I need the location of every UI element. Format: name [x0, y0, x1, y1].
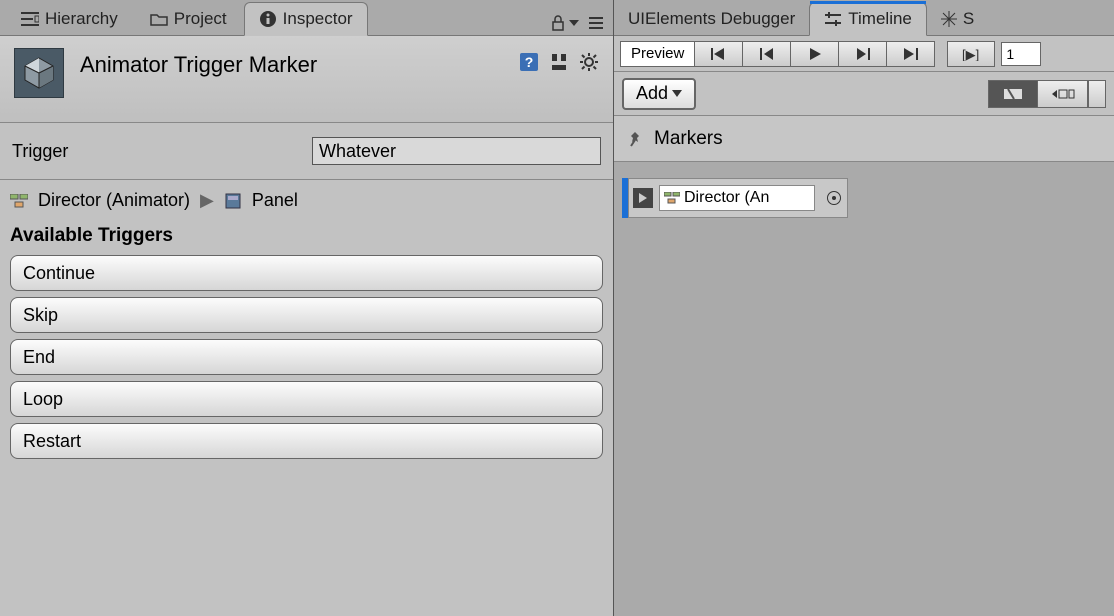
tab-label: S — [963, 9, 974, 29]
folder-icon — [150, 12, 168, 26]
info-icon — [259, 10, 277, 28]
tracks-area: Director (An — [614, 162, 1114, 616]
help-button[interactable]: ? — [519, 52, 539, 72]
play-button[interactable] — [791, 41, 839, 67]
markers-bar[interactable]: Markers — [614, 116, 1114, 162]
hierarchy-icon — [21, 12, 39, 26]
inspector-title: Animator Trigger Marker — [80, 48, 503, 78]
tab-hierarchy[interactable]: Hierarchy — [6, 2, 133, 35]
transport-bar: Preview [▶] — [614, 36, 1114, 72]
trigger-label: Trigger — [12, 141, 312, 162]
track-binding-field[interactable]: Director (An — [659, 185, 815, 211]
svg-text:?: ? — [525, 54, 534, 70]
pin-icon — [626, 130, 644, 148]
tab-label: UIElements Debugger — [628, 9, 795, 29]
next-frame-button[interactable] — [839, 41, 887, 67]
markers-label: Markers — [654, 128, 723, 150]
tab-project[interactable]: Project — [135, 2, 242, 35]
unity-logo-icon — [14, 48, 64, 98]
goto-start-button[interactable] — [695, 41, 743, 67]
svg-text:[▶]: [▶] — [962, 47, 979, 61]
grid-icon — [941, 11, 957, 27]
tab-options[interactable] — [551, 15, 613, 35]
animator-track[interactable]: Director (An — [622, 178, 1114, 218]
timeline-icon — [824, 12, 842, 26]
available-triggers-title: Available Triggers — [6, 215, 607, 255]
arrow-right-icon: ▶ — [200, 190, 214, 211]
preset-button[interactable] — [549, 52, 569, 72]
animator-icon — [10, 194, 28, 208]
timeline-panel: UIElements Debugger Timeline S Preview [… — [614, 0, 1114, 616]
tab-label: Project — [174, 9, 227, 29]
tab-label: Timeline — [848, 9, 912, 29]
trigger-button[interactable]: Skip — [10, 297, 603, 333]
frame-input[interactable] — [1001, 42, 1041, 66]
track-foldout-icon[interactable] — [633, 188, 653, 208]
add-track-button[interactable]: Add — [622, 78, 696, 110]
active-indicator — [810, 1, 926, 4]
trigger-button[interactable]: Loop — [10, 381, 603, 417]
right-tabbar: UIElements Debugger Timeline S — [614, 0, 1114, 36]
inspector-panel: Hierarchy Project Inspector Animator Tri… — [0, 0, 614, 616]
edit-mode-ripple[interactable] — [1038, 80, 1088, 108]
object-picker-icon[interactable] — [827, 191, 841, 205]
play-range-button[interactable]: [▶] — [947, 41, 995, 67]
edit-mode-mix[interactable] — [988, 80, 1038, 108]
goto-end-button[interactable] — [887, 41, 935, 67]
panel-icon — [224, 194, 242, 208]
prev-frame-button[interactable] — [743, 41, 791, 67]
edit-mode-more[interactable] — [1088, 80, 1106, 108]
tab-timeline[interactable]: Timeline — [809, 2, 927, 36]
tab-inspector[interactable]: Inspector — [244, 2, 368, 36]
menu-icon[interactable] — [589, 17, 603, 29]
path-director[interactable]: Director (Animator) — [38, 190, 190, 211]
track-name: Director (An — [684, 189, 769, 207]
tab-label: Hierarchy — [45, 9, 118, 29]
tab-label: Inspector — [283, 9, 353, 29]
gear-icon[interactable] — [579, 52, 599, 72]
chevron-down-icon — [672, 90, 682, 97]
left-tabbar: Hierarchy Project Inspector — [0, 0, 613, 36]
trigger-button[interactable]: Restart — [10, 423, 603, 459]
chevron-down-icon — [569, 20, 579, 26]
trigger-input[interactable] — [312, 137, 601, 165]
trigger-button[interactable]: End — [10, 339, 603, 375]
add-label: Add — [636, 83, 668, 104]
trigger-row: Trigger — [10, 129, 603, 173]
tab-uielements-debugger[interactable]: UIElements Debugger — [614, 3, 809, 35]
path-panel[interactable]: Panel — [252, 190, 298, 211]
triggers-list: Continue Skip End Loop Restart — [6, 255, 607, 473]
preview-button[interactable]: Preview — [620, 41, 695, 67]
trigger-button[interactable]: Continue — [10, 255, 603, 291]
inspector-header: Animator Trigger Marker ? — [0, 36, 613, 123]
lock-icon — [551, 15, 565, 31]
animator-icon — [664, 192, 680, 204]
binding-path: Director (Animator) ▶ Panel — [6, 180, 607, 215]
tab-scene[interactable]: S — [927, 3, 988, 35]
timeline-toolbar: Add — [614, 72, 1114, 116]
